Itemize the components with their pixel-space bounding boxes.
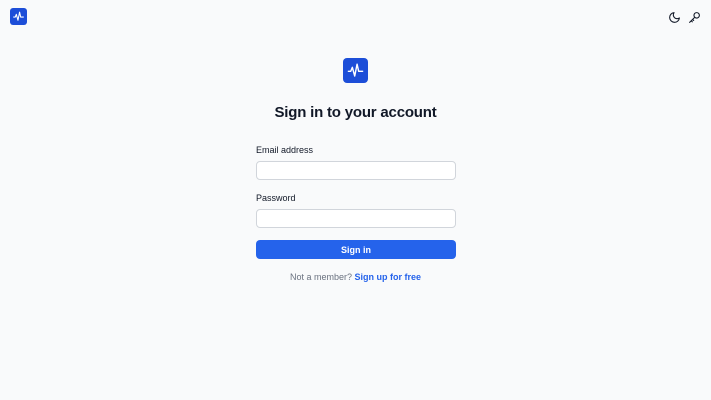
header-actions bbox=[667, 10, 701, 24]
pulse-icon bbox=[347, 63, 364, 77]
sign-in-page: Sign in to your account Email address Pa… bbox=[0, 0, 711, 400]
theme-toggle-button[interactable] bbox=[667, 10, 681, 24]
pulse-icon bbox=[13, 11, 24, 21]
api-key-button[interactable] bbox=[687, 10, 701, 24]
page-title: Sign in to your account bbox=[274, 104, 437, 121]
password-field[interactable] bbox=[256, 209, 456, 228]
moon-icon bbox=[668, 11, 680, 23]
app-logo[interactable] bbox=[10, 8, 27, 25]
key-icon bbox=[688, 11, 700, 23]
email-field[interactable] bbox=[256, 161, 456, 180]
password-label: Password bbox=[256, 193, 296, 203]
form-logo bbox=[343, 58, 368, 83]
signup-prompt: Not a member? Sign up for free bbox=[0, 272, 711, 282]
sign-up-link[interactable]: Sign up for free bbox=[355, 272, 422, 282]
email-label: Email address bbox=[256, 145, 314, 155]
signup-prompt-text: Not a member? bbox=[289, 272, 355, 282]
sign-in-button[interactable]: Sign in bbox=[256, 240, 456, 259]
